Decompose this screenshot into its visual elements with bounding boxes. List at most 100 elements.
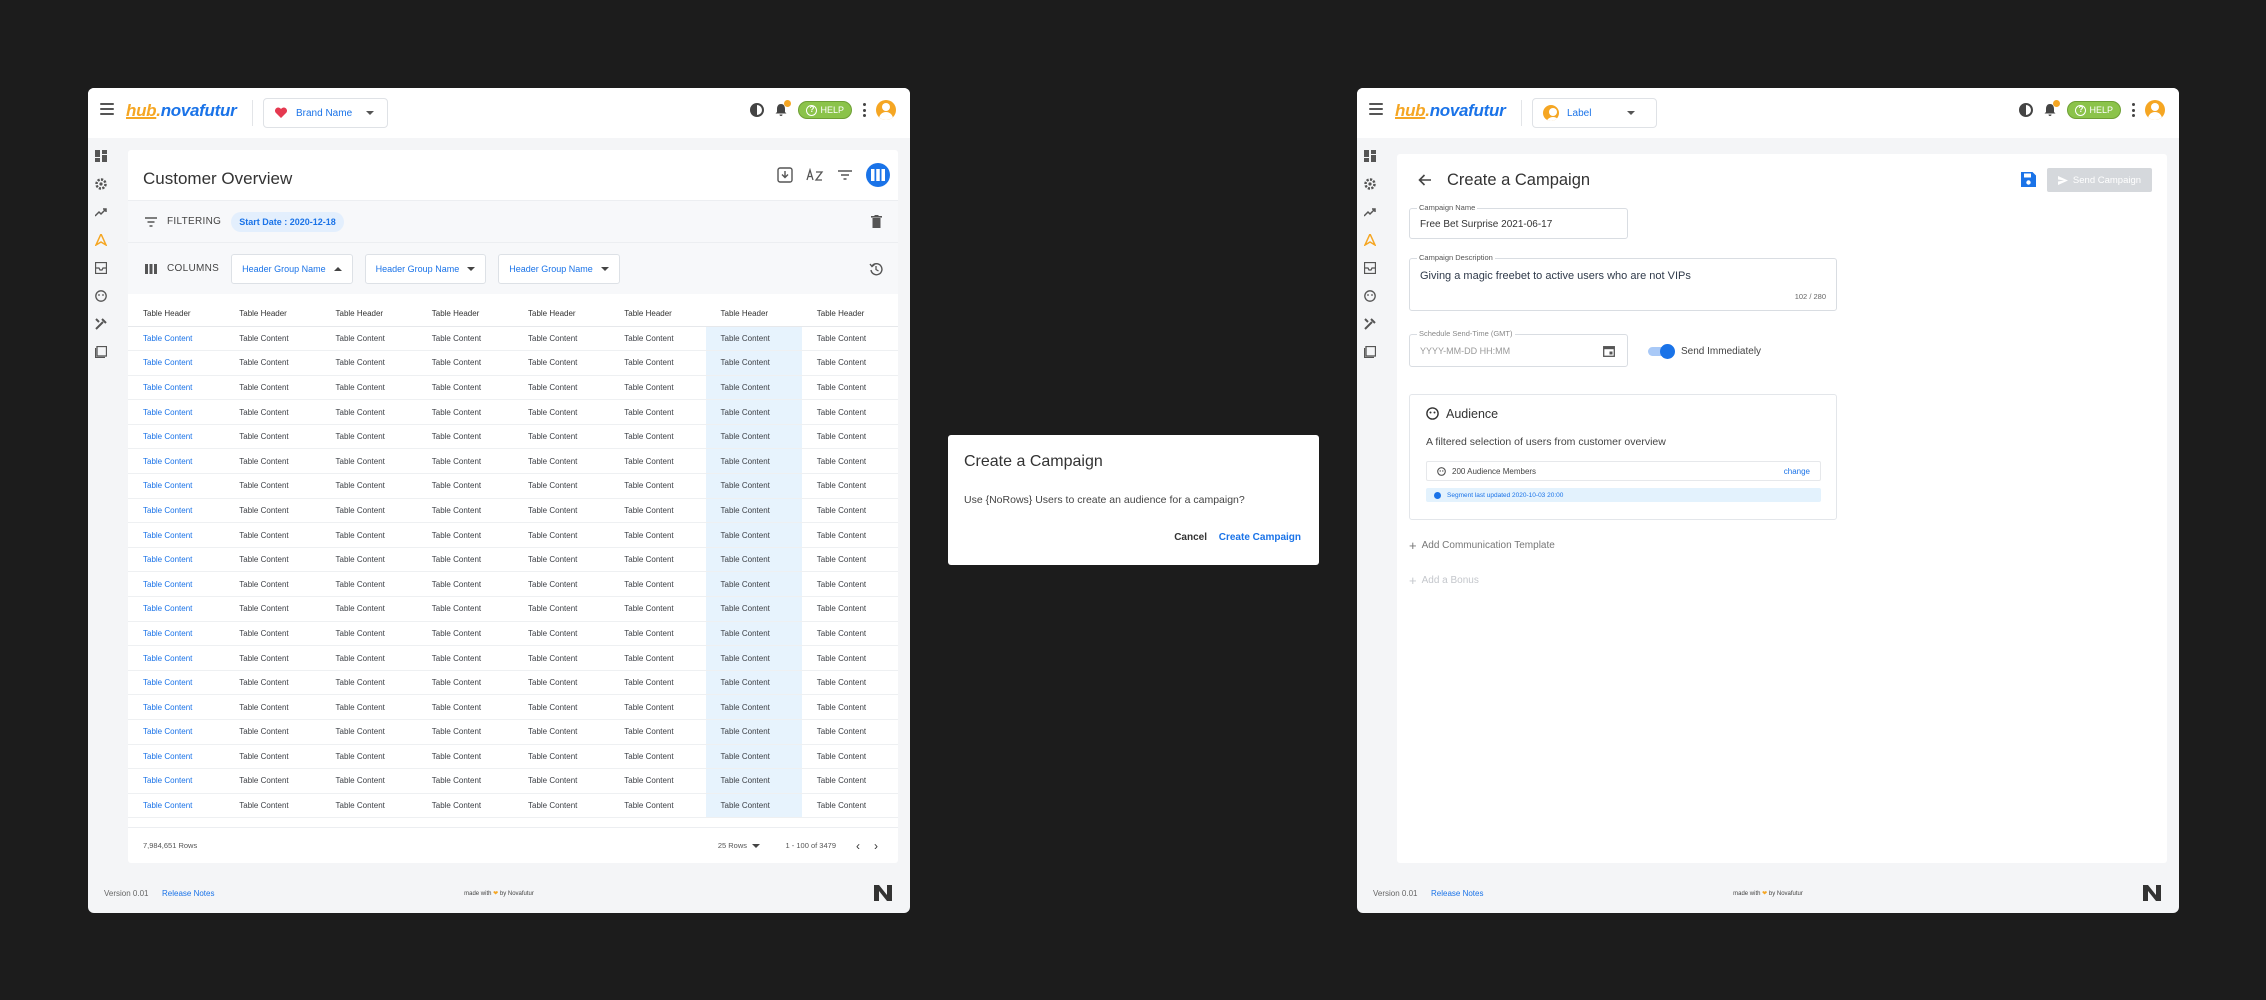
campaign-name-field[interactable]: Campaign Name Free Bet Surprise 2021-06-… [1409,203,1628,239]
settings-gear-icon[interactable] [95,178,107,190]
save-icon[interactable] [2021,172,2036,187]
face-icon[interactable] [1364,290,1376,302]
table-row[interactable]: Table Content Table Content Table Content T… [128,399,898,425]
table-row[interactable]: Table Content Table Content Table Content T… [128,768,898,794]
prev-page-icon[interactable]: ‹ [856,839,860,853]
theme-toggle-icon[interactable] [750,103,765,117]
table-cell[interactable]: Table Content [128,596,225,622]
user-avatar[interactable] [2145,100,2165,120]
tools-icon[interactable] [95,318,107,330]
rows-per-page-select[interactable]: 25 Rows [718,841,760,850]
add-communication-template-button[interactable]: + Add Communication Template [1409,539,1555,552]
filter-icon[interactable] [836,166,854,184]
dashboard-icon[interactable] [1364,150,1376,162]
user-avatar[interactable] [876,100,896,120]
table-row[interactable]: Table Content Table Content Table Content T… [128,375,898,401]
table-row[interactable]: Table Content Table Content Table Content T… [128,645,898,671]
table-cell[interactable]: Table Content [128,694,225,720]
table-cell[interactable]: Table Content [128,424,225,450]
column-header[interactable]: Table Header [801,302,898,327]
more-menu-icon[interactable] [862,103,866,117]
table-row[interactable]: Table Content Table Content Table Content T… [128,547,898,573]
app-logo[interactable]: hub.novafutur [126,101,237,121]
brand-select[interactable]: Brand Name [263,98,388,128]
table-cell[interactable]: Table Content [128,498,225,524]
delete-trash-icon[interactable] [871,215,882,228]
table-cell[interactable]: Table Content [128,768,225,794]
dialog-create-campaign-button[interactable]: Create Campaign [1219,532,1301,543]
table-row[interactable]: Table Content Table Content Table Content T… [128,522,898,548]
inbox-icon[interactable] [1364,262,1376,274]
header-group-select-2[interactable]: Header Group Name [364,253,487,284]
table-row[interactable]: Table Content Table Content Table Content T… [128,350,898,376]
theme-toggle-icon[interactable] [2019,103,2034,117]
library-icon[interactable] [95,346,107,358]
app-logo[interactable]: hub.novafutur [1395,101,1506,121]
table-cell[interactable]: Table Content [128,399,225,425]
table-row[interactable]: Table Content Table Content Table Content T… [128,473,898,499]
reset-history-icon[interactable] [869,262,883,276]
column-header[interactable]: Table Header [609,302,706,327]
label-select[interactable]: Label [1532,98,1657,128]
table-cell[interactable]: Table Content [128,645,225,671]
sort-az-icon[interactable] [806,166,824,184]
table-cell[interactable]: Table Content [128,375,225,401]
column-header[interactable]: Table Header [416,302,513,327]
trending-icon[interactable] [95,206,107,218]
dialog-cancel-button[interactable]: Cancel [1174,532,1207,543]
send-immediately-toggle[interactable] [1648,344,1675,359]
next-page-icon[interactable]: › [874,839,878,853]
header-group-select-3[interactable]: Header Group Name [498,253,620,284]
tools-icon[interactable] [1364,318,1376,330]
inbox-icon[interactable] [95,262,107,274]
campaign-description-field[interactable]: Campaign Description Giving a magic free… [1409,253,1837,311]
table-cell[interactable]: Table Content [128,522,225,548]
dashboard-icon[interactable] [95,150,107,162]
face-icon[interactable] [95,290,107,302]
more-menu-icon[interactable] [2131,103,2135,117]
table-cell[interactable]: Table Content [128,621,225,647]
menu-icon[interactable] [100,103,114,115]
table-cell[interactable]: Table Content [128,448,225,475]
download-icon[interactable] [776,166,794,184]
back-arrow-icon[interactable] [1418,174,1432,186]
campaign-icon[interactable] [1364,234,1376,246]
column-header[interactable]: Table Header [224,302,321,327]
table-row[interactable]: Table Content Table Content Table Content T… [128,694,898,720]
table-cell[interactable]: Table Content [128,350,225,376]
trending-icon[interactable] [1364,206,1376,218]
table-cell[interactable]: Table Content [128,473,225,499]
column-header[interactable]: Table Header [513,302,610,327]
table-row[interactable]: Table Content Table Content Table Content T… [128,326,898,352]
notifications-bell-icon[interactable] [2043,100,2061,117]
start-date-filter-chip[interactable]: Start Date : 2020-12-18 [231,211,344,232]
send-campaign-button[interactable]: Send Campaign [2047,168,2152,192]
table-row[interactable]: Table Content Table Content Table Content T… [128,744,898,770]
column-header[interactable]: Table Header [705,302,802,327]
table-row[interactable]: Table Content Table Content Table Content T… [128,596,898,622]
table-row[interactable]: Table Content Table Content Table Content T… [128,621,898,647]
release-notes-link[interactable]: Release Notes [1431,889,1483,898]
column-header[interactable]: Table Header [128,302,225,327]
table-row[interactable]: Table Content Table Content Table Content T… [128,424,898,450]
menu-icon[interactable] [1369,103,1383,115]
help-button[interactable]: ? HELP [798,101,852,119]
schedule-send-time-field[interactable]: Schedule Send-Time (GMT) YYYY-MM-DD HH:M… [1409,329,1628,367]
notifications-bell-icon[interactable] [774,100,792,117]
library-icon[interactable] [1364,346,1376,358]
campaign-icon[interactable] [95,234,107,246]
add-bonus-button[interactable]: + Add a Bonus [1409,574,1479,587]
audience-change-link[interactable]: change [1784,467,1810,476]
help-button[interactable]: ? HELP [2067,101,2121,119]
table-cell[interactable]: Table Content [128,571,225,598]
table-row[interactable]: Table Content Table Content Table Content T… [128,719,898,745]
table-cell[interactable]: Table Content [128,547,225,573]
column-header[interactable]: Table Header [320,302,417,327]
table-row[interactable]: Table Content Table Content Table Content T… [128,670,898,696]
header-group-select-1[interactable]: Header Group Name [231,253,353,284]
table-row[interactable]: Table Content Table Content Table Content T… [128,498,898,524]
calendar-icon[interactable] [1603,345,1615,357]
table-cell[interactable]: Table Content [128,719,225,745]
table-row[interactable]: Table Content Table Content Table Content T… [128,571,898,598]
columns-view-button[interactable] [866,163,890,187]
